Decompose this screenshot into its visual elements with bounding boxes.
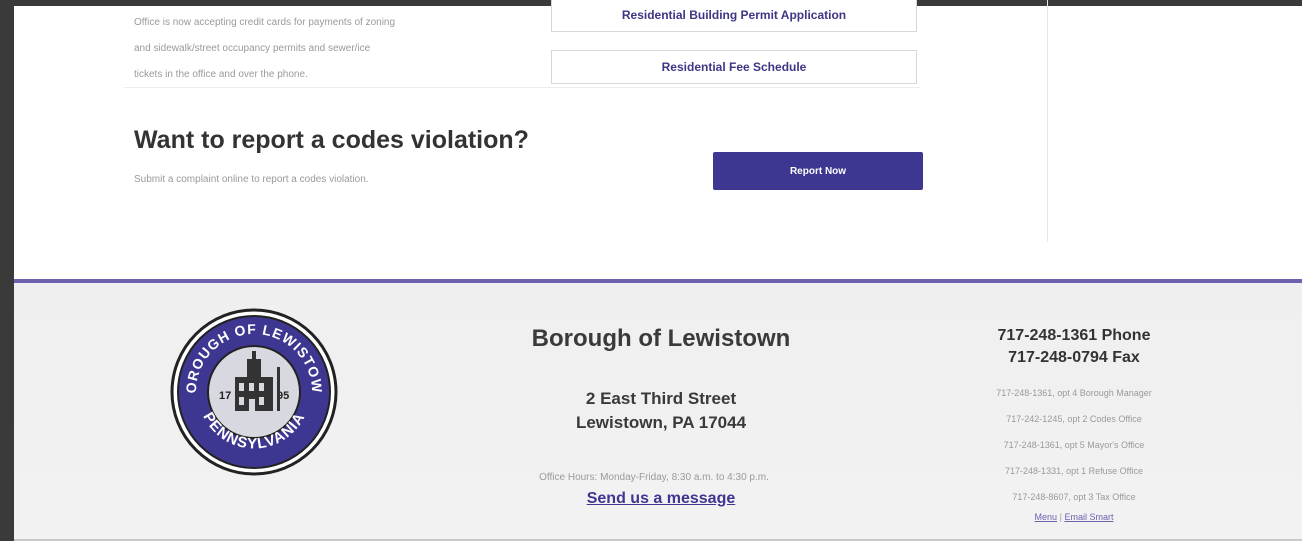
borough-title: Borough of Lewistown [531,325,791,352]
building-permit-application-label: Residential Building Permit Application [621,8,847,22]
fee-schedule-label: Residential Fee Schedule [661,60,807,74]
notice-line: tickets in the office and over the phone… [134,69,308,80]
borough-seal-icon: BOROUGH OF LEWISTOWN PENNSYLVANIA 17 95 [169,307,338,476]
office-hours: Office Hours: Monday-Friday, 8:30 a.m. t… [539,472,769,483]
send-message-link[interactable]: Send us a message [501,490,821,508]
site-footer: BOROUGH OF LEWISTOWN PENNSYLVANIA 17 95 … [14,279,1302,541]
section-divider [124,87,920,88]
extension-item[interactable]: 717-248-1331, opt 1 Refuse Office [939,458,1209,484]
footer-links: Menu | Email Smart [939,512,1209,522]
report-violation-subtext: Submit a complaint online to report a co… [134,174,369,185]
main-contact-numbers: 717-248-1361 Phone 717-248-0794 Fax [939,325,1209,369]
footer-link-email[interactable]: Email Smart [1064,512,1113,522]
extension-item[interactable]: 717-248-1361, opt 5 Mayor's Office [939,432,1209,458]
footer-link-separator: | [1059,512,1062,522]
extension-list: 717-248-1361, opt 4 Borough Manager 717-… [939,380,1209,510]
footer-accent-line [14,279,1302,283]
credit-card-notice: Office is now accepting credit cards for… [134,10,524,88]
address-city: Lewistown, PA 17044 [575,413,747,432]
notice-line: Office is now accepting credit cards for… [134,17,396,28]
main-phone[interactable]: 717-248-1361 Phone [939,325,1209,347]
seal-year-left: 17 [219,390,231,402]
report-now-label: Report Now [789,165,847,177]
extension-item[interactable]: 717-242-1245, opt 2 Codes Office [939,406,1209,432]
report-now-button[interactable]: Report Now [713,152,923,190]
footer-link-menu[interactable]: Menu [1035,512,1058,522]
extension-item[interactable]: 717-248-8607, opt 3 Tax Office [939,484,1209,510]
report-violation-heading: Want to report a codes violation? [134,126,529,154]
main-fax: 717-248-0794 Fax [1008,349,1140,366]
extension-item[interactable]: 717-248-1361, opt 4 Borough Manager [939,380,1209,406]
page: Office is now accepting credit cards for… [14,0,1302,541]
fee-schedule-button[interactable]: Residential Fee Schedule [551,50,917,84]
sidebar-divider [1047,0,1048,242]
address: 2 East Third Street Lewistown, PA 17044 [501,387,821,435]
notice-line: and sidewalk/street occupancy permits an… [134,43,371,54]
address-street: 2 East Third Street [585,389,737,408]
building-permit-application-button[interactable]: Residential Building Permit Application [551,0,917,32]
